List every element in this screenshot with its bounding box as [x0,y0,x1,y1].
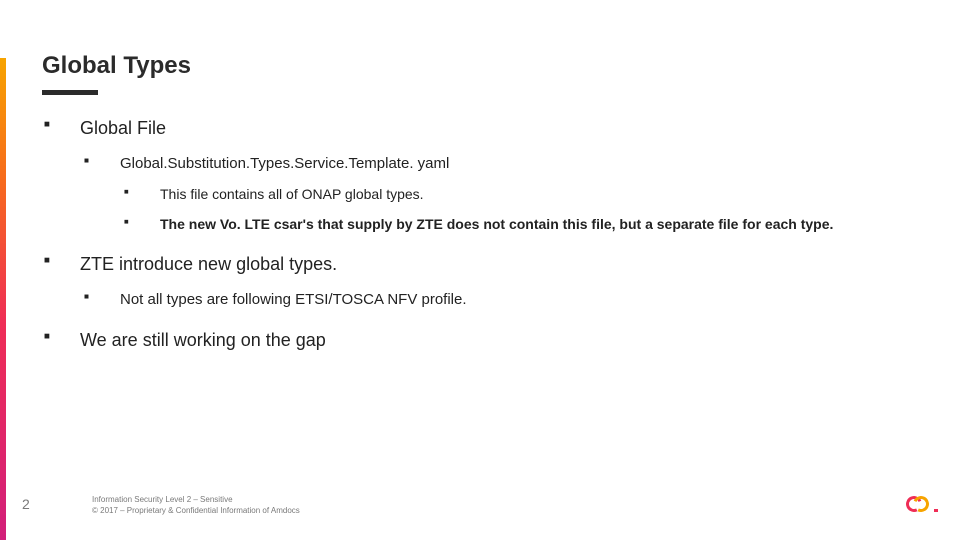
content-area: Global File Global.Substitution.Types.Se… [62,118,920,373]
bullet-text: Not all types are following ETSI/TOSCA N… [120,291,467,308]
bullet-etsi-tosca: Not all types are following ETSI/TOSCA N… [102,291,920,308]
bullet-onap-types: This file contains all of ONAP global ty… [142,186,920,202]
amdocs-logo [906,494,934,514]
footer-line-2: © 2017 – Proprietary & Confidential Info… [92,506,300,516]
footer-line-1: Information Security Level 2 – Sensitive [92,495,300,505]
bullet-template-yaml: Global.Substitution.Types.Service.Templa… [102,155,920,232]
bullet-text: This file contains all of ONAP global ty… [160,186,424,202]
slide-title: Global Types [42,52,191,80]
gradient-accent-bar [0,58,6,540]
bullet-text: Global.Substitution.Types.Service.Templa… [120,155,449,172]
bullet-text: ZTE introduce new global types. [80,254,337,274]
bullet-text: We are still working on the gap [80,330,326,350]
bullet-text: Global File [80,118,166,138]
page-number: 2 [22,496,30,512]
bullet-text: The new Vo. LTE csar's that supply by ZT… [160,216,833,232]
bullet-global-file: Global File Global.Substitution.Types.Se… [62,118,920,232]
bullet-zte-new-types: ZTE introduce new global types. Not all … [62,254,920,308]
bullet-working-on-gap: We are still working on the gap [62,330,920,351]
logo-dot-icon [934,509,938,512]
title-underline [42,90,98,95]
slide: Global Types Global File Global.Substitu… [0,0,960,540]
bullet-volte-csar: The new Vo. LTE csar's that supply by ZT… [142,216,920,232]
footer: Information Security Level 2 – Sensitive… [92,495,300,516]
